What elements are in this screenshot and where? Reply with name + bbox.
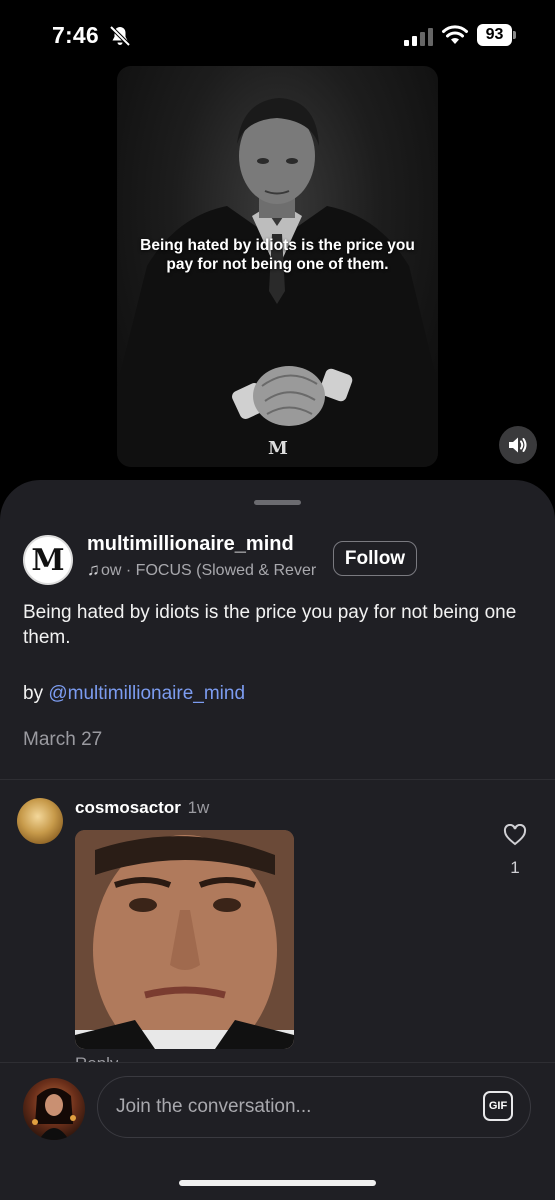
video-watermark-logo: M: [268, 438, 288, 459]
post-date: March 27: [23, 729, 103, 750]
status-time: 7:46: [52, 22, 99, 48]
heart-icon[interactable]: [503, 824, 527, 846]
battery-indicator: 93: [477, 24, 517, 46]
video-player[interactable]: Being hated by idiots is the price you p…: [117, 66, 438, 467]
author-username[interactable]: multimillionaire_mind: [87, 533, 294, 556]
status-bar: 7:46 93: [0, 0, 555, 66]
follow-button[interactable]: Follow: [333, 541, 417, 576]
wifi-icon: [442, 25, 468, 44]
commenter-avatar[interactable]: [17, 798, 63, 844]
comment-input-box[interactable]: GIF: [97, 1076, 531, 1138]
current-user-avatar[interactable]: [23, 1078, 85, 1140]
gif-icon[interactable]: GIF: [483, 1091, 513, 1121]
music-track-name: ow · FOCUS (Slowed & Reverb): [101, 562, 317, 579]
home-indicator: [179, 1180, 376, 1186]
byline-prefix: by: [23, 683, 49, 704]
video-overlay-text: Being hated by idiots is the price you p…: [140, 237, 415, 273]
comment-gif-image[interactable]: [75, 830, 294, 1049]
like-count: 1: [510, 858, 520, 877]
avatar-image: [32, 1088, 76, 1140]
gif-frame: [75, 830, 294, 1049]
sound-toggle-button[interactable]: [499, 426, 537, 464]
signal-icon: [404, 28, 433, 46]
section-divider: [0, 779, 555, 780]
sheet-drag-handle[interactable]: [254, 500, 301, 505]
comment-input[interactable]: [116, 1077, 456, 1136]
music-track-row[interactable]: ♫ow · FOCUS (Slowed & Reverb): [87, 560, 317, 582]
comments-sheet: M multimillionaire_mind ♫ow · FOCUS (Slo…: [0, 480, 555, 1200]
comment-composer: GIF: [0, 1062, 555, 1200]
speaker-icon: [509, 437, 527, 453]
comment-header: cosmosactor 1w: [75, 798, 209, 818]
author-avatar[interactable]: M: [23, 535, 73, 585]
comment-age: 1w: [187, 798, 210, 817]
composer-divider: [0, 1062, 555, 1063]
post-caption: Being hated by idiots is the price you p…: [23, 602, 517, 648]
commenter-username[interactable]: cosmosactor: [75, 798, 181, 817]
battery-tip: [513, 31, 516, 39]
battery-level: 93: [477, 24, 512, 46]
author-avatar-letter: M: [31, 542, 65, 578]
post-byline: by @multimillionaire_mind: [23, 683, 245, 705]
author-mention-link[interactable]: @multimillionaire_mind: [48, 683, 245, 704]
bell-slash-icon: [109, 25, 131, 47]
